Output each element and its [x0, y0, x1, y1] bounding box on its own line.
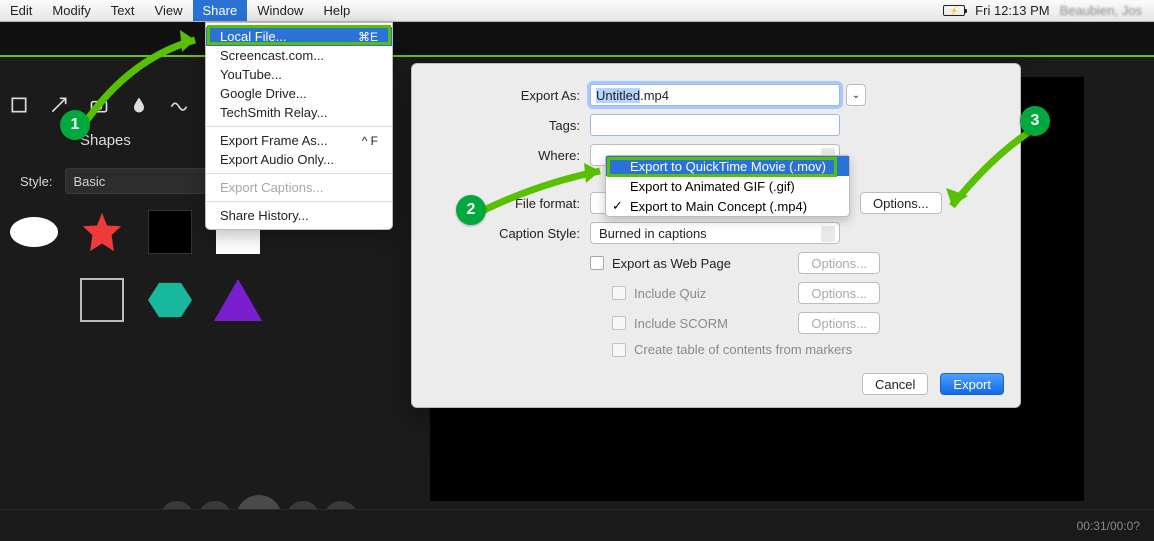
menu-window[interactable]: Window	[247, 0, 313, 21]
export-as-ext: .mp4	[640, 88, 669, 103]
share-screencast[interactable]: Screencast.com...	[206, 46, 392, 65]
share-dropdown[interactable]: Local File... ⌘E Screencast.com... YouTu…	[205, 22, 393, 230]
share-export-captions: Export Captions...	[206, 178, 392, 197]
share-export-audio[interactable]: Export Audio Only...	[206, 150, 392, 169]
menu-share[interactable]: Share	[193, 0, 248, 21]
share-techsmith-relay[interactable]: TechSmith Relay...	[206, 103, 392, 122]
export-dialog: Export As: Untitled.mp4 ⌄ Tags: Where: F…	[411, 63, 1021, 408]
menu-edit[interactable]: Edit	[0, 0, 42, 21]
format-options-button[interactable]: Options...	[860, 192, 942, 214]
caption-style-label: Caption Style:	[412, 226, 590, 241]
format-option-mov[interactable]: Export to QuickTime Movie (.mov)	[606, 156, 849, 176]
quiz-options-button: Options...	[798, 282, 880, 304]
webpage-options-button: Options...	[798, 252, 880, 274]
scorm-checkbox	[612, 316, 626, 330]
quiz-label: Include Quiz	[634, 286, 706, 301]
export-as-label: Export As:	[412, 88, 590, 103]
menu-view[interactable]: View	[145, 0, 193, 21]
cancel-button[interactable]: Cancel	[862, 373, 928, 395]
tags-label: Tags:	[412, 118, 590, 133]
share-youtube[interactable]: YouTube...	[206, 65, 392, 84]
toc-label: Create table of contents from markers	[634, 342, 852, 357]
share-local-file[interactable]: Local File... ⌘E	[206, 27, 392, 46]
shape-outline-square[interactable]	[72, 270, 132, 330]
tags-input[interactable]	[590, 114, 840, 136]
annotation-badge-2: 2	[456, 195, 486, 225]
annotation-badge-1: 1	[60, 110, 90, 140]
shape-star[interactable]	[72, 202, 132, 262]
share-googledrive[interactable]: Google Drive...	[206, 84, 392, 103]
separator	[206, 201, 392, 202]
format-option-gif[interactable]: Export to Animated GIF (.gif)	[606, 176, 849, 196]
style-row: Style: Basic	[20, 168, 235, 194]
annotation-badge-3: 3	[1020, 106, 1050, 136]
toc-checkbox	[612, 343, 626, 357]
scorm-options-button: Options...	[798, 312, 880, 334]
menubar-clock: Fri 12:13 PM	[975, 3, 1049, 18]
shape-empty[interactable]	[4, 270, 64, 330]
mac-menubar: Edit Modify Text View Share Window Help …	[0, 0, 1154, 22]
scorm-label: Include SCORM	[634, 316, 728, 331]
share-history[interactable]: Share History...	[206, 206, 392, 225]
share-export-frame[interactable]: Export Frame As... ^ F	[206, 131, 392, 150]
annotation-arrow-2	[470, 163, 620, 223]
shape-triangle[interactable]	[208, 270, 268, 330]
separator	[206, 126, 392, 127]
caption-style-select[interactable]: Burned in captions	[590, 222, 840, 244]
export-as-filename: Untitled	[596, 88, 640, 103]
export-as-history-button[interactable]: ⌄	[846, 84, 866, 106]
shape-hexagon[interactable]	[140, 270, 200, 330]
format-option-mp4[interactable]: ✓ Export to Main Concept (.mp4)	[606, 196, 849, 216]
file-format-dropdown[interactable]: Export to QuickTime Movie (.mov) Export …	[605, 155, 850, 217]
annotation-arrow-1	[70, 28, 230, 128]
tool-unknown[interactable]	[8, 94, 30, 116]
shape-ellipse[interactable]	[4, 202, 64, 262]
menubar-username: Beaubien, Jos	[1060, 3, 1142, 18]
shapes-panel-title: Shapes	[80, 132, 131, 149]
menu-help[interactable]: Help	[313, 0, 360, 21]
style-label: Style:	[20, 174, 53, 189]
export-button[interactable]: Export	[940, 373, 1004, 395]
shape-black-square[interactable]	[140, 202, 200, 262]
export-as-input[interactable]: Untitled.mp4	[590, 84, 840, 106]
menu-modify[interactable]: Modify	[42, 0, 100, 21]
where-label: Where:	[412, 148, 590, 163]
playback-bar: 00:31/00:0?	[0, 509, 1154, 541]
battery-icon: ⚡	[943, 5, 965, 16]
quiz-checkbox	[612, 286, 626, 300]
webpage-checkbox[interactable]	[590, 256, 604, 270]
menu-item-shortcut: ⌘E	[358, 30, 378, 44]
webpage-label: Export as Web Page	[612, 256, 731, 271]
timecode: 00:31/00:0?	[1077, 519, 1140, 533]
separator	[206, 173, 392, 174]
menu-text[interactable]: Text	[101, 0, 145, 21]
